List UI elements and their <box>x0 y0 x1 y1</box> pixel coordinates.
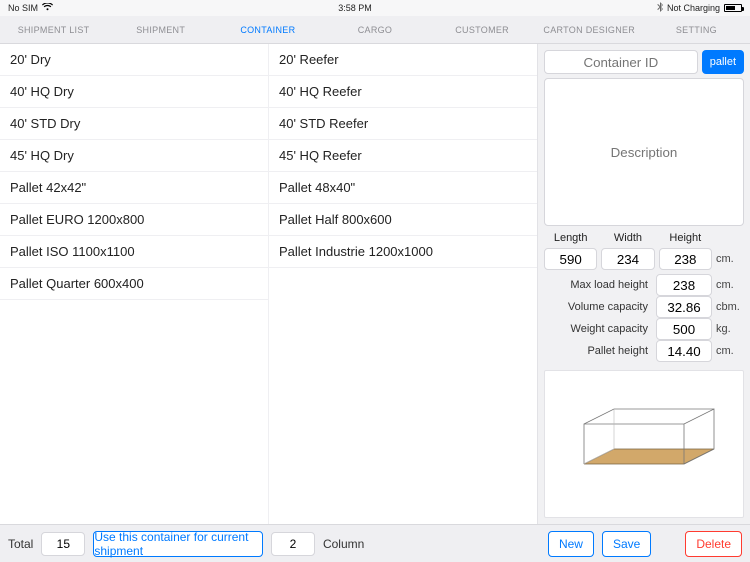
pallet-button[interactable]: pallet <box>702 50 744 74</box>
use-container-button[interactable]: Use this container for current shipment <box>93 531 263 557</box>
description-input[interactable] <box>544 78 744 226</box>
prop-input[interactable] <box>656 296 712 318</box>
column-input[interactable] <box>271 532 315 556</box>
list-item[interactable]: Pallet Half 800x600 <box>269 204 537 236</box>
battery-icon <box>724 4 742 12</box>
prop-unit: cbm. <box>716 301 744 313</box>
width-label: Width <box>601 232 654 244</box>
list-item[interactable]: Pallet 48x40" <box>269 172 537 204</box>
container-id-input[interactable] <box>544 50 698 74</box>
prop-input[interactable] <box>656 340 712 362</box>
list-item[interactable]: 40' HQ Dry <box>0 76 268 108</box>
status-bar: No SIM 3:58 PM Not Charging <box>0 0 750 16</box>
list-item[interactable]: Pallet EURO 1200x800 <box>0 204 268 236</box>
length-label: Length <box>544 232 597 244</box>
tab-shipment[interactable]: SHIPMENT <box>107 16 214 43</box>
list-item[interactable]: 20' Reefer <box>269 44 537 76</box>
tab-shipment-list[interactable]: SHIPMENT LIST <box>0 16 107 43</box>
height-input[interactable] <box>659 248 712 270</box>
prop-input[interactable] <box>656 318 712 340</box>
sim-status: No SIM <box>8 3 38 13</box>
list-item[interactable]: Pallet Industrie 1200x1000 <box>269 236 537 268</box>
container-preview <box>544 370 744 518</box>
charge-status: Not Charging <box>667 3 720 13</box>
list-item[interactable]: 45' HQ Reefer <box>269 140 537 172</box>
wifi-icon <box>42 3 53 13</box>
list-item[interactable]: 40' STD Dry <box>0 108 268 140</box>
tab-container[interactable]: CONTAINER <box>214 16 321 43</box>
tab-bar: SHIPMENT LISTSHIPMENTCONTAINERCARGOCUSTO… <box>0 16 750 44</box>
list-item[interactable]: Pallet ISO 1100x1100 <box>0 236 268 268</box>
length-input[interactable] <box>544 248 597 270</box>
prop-unit: cm. <box>716 279 744 291</box>
prop-label: Pallet height <box>544 345 652 357</box>
list-item[interactable]: 40' HQ Reefer <box>269 76 537 108</box>
list-item[interactable]: 45' HQ Dry <box>0 140 268 172</box>
height-label: Height <box>659 232 712 244</box>
tab-setting[interactable]: SETTING <box>643 16 750 43</box>
tab-carton-designer[interactable]: CARTON DESIGNER <box>536 16 643 43</box>
list-item[interactable]: Pallet 42x42" <box>0 172 268 204</box>
prop-unit: cm. <box>716 345 744 357</box>
total-label: Total <box>8 537 33 551</box>
container-list: 20' Dry40' HQ Dry40' STD Dry45' HQ DryPa… <box>0 44 538 524</box>
total-input[interactable] <box>41 532 85 556</box>
prop-label: Weight capacity <box>544 323 652 335</box>
dim-unit: cm. <box>716 248 744 270</box>
prop-label: Max load height <box>544 279 652 291</box>
delete-button[interactable]: Delete <box>685 531 742 557</box>
tab-cargo[interactable]: CARGO <box>321 16 428 43</box>
prop-input[interactable] <box>656 274 712 296</box>
footer-bar: Total Use this container for current shi… <box>0 524 750 562</box>
save-button[interactable]: Save <box>602 531 651 557</box>
clock: 3:58 PM <box>338 3 372 13</box>
width-input[interactable] <box>601 248 654 270</box>
bluetooth-icon <box>657 2 663 14</box>
prop-unit: kg. <box>716 323 744 335</box>
new-button[interactable]: New <box>548 531 594 557</box>
list-item[interactable]: 40' STD Reefer <box>269 108 537 140</box>
detail-panel: pallet Length Width Height cm. Max load … <box>538 44 750 524</box>
list-item[interactable]: Pallet Quarter 600x400 <box>0 268 268 300</box>
tab-customer[interactable]: CUSTOMER <box>429 16 536 43</box>
column-label: Column <box>323 537 364 551</box>
prop-label: Volume capacity <box>544 301 652 313</box>
list-item[interactable]: 20' Dry <box>0 44 268 76</box>
